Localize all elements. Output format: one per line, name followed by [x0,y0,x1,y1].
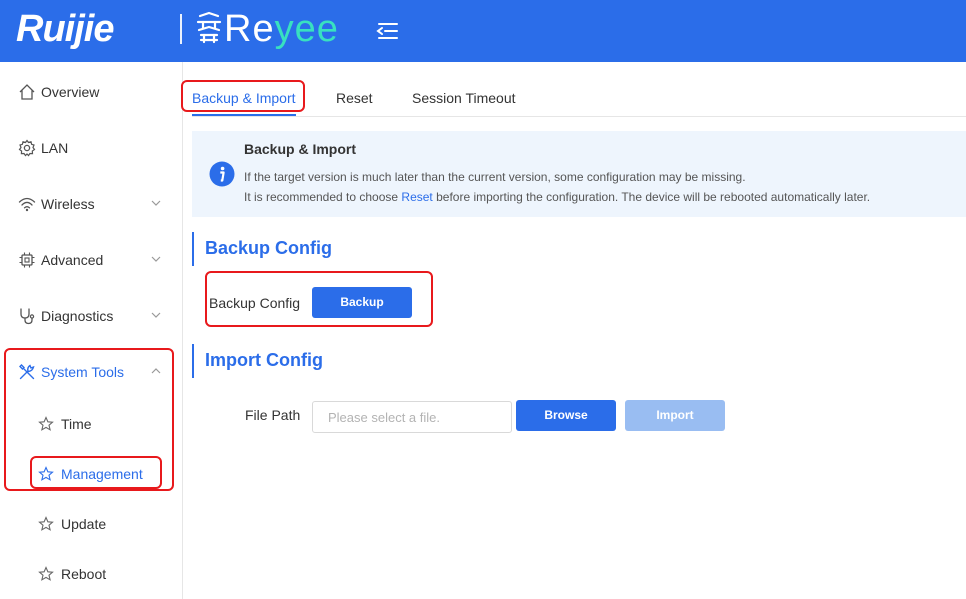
sidebar-item-system-tools[interactable]: System Tools [0,351,182,391]
sidebar-item-label: Overview [41,84,100,100]
section-title-text: Import Config [205,350,323,370]
top-header: Ruijie Reyee [0,0,966,62]
sidebar-subitem-label: Update [61,516,107,532]
tab-backup-import[interactable]: Backup & Import [192,89,296,107]
info-banner: Backup & Import If the target version is… [192,131,966,217]
sidebar: Overview LAN Wireless Advanced Diagnosti… [0,62,183,599]
gear-icon [18,139,36,157]
file-path-label: File Path [245,407,301,423]
info-line-2-suffix: before importing the configuration. The … [432,190,871,204]
active-tab-indicator [192,114,296,116]
reset-link[interactable]: Reset [401,190,432,204]
sidebar-item-lan[interactable]: LAN [0,127,182,167]
star-icon [38,416,54,431]
chevron-down-icon [151,312,161,318]
info-line-2: It is recommended to choose Reset before… [244,190,870,204]
backup-config-section-title: Backup Config [192,232,492,266]
import-config-section-title: Import Config [192,344,492,378]
star-icon [38,566,54,581]
sidebar-subitem-reboot[interactable]: Reboot [0,556,182,592]
backup-config-label: Backup Config [209,295,301,311]
sidebar-subitem-label: Time [61,416,92,432]
sidebar-subitem-label: Reboot [61,566,107,582]
star-icon [38,466,54,481]
info-line-1: If the target version is much later than… [244,170,746,184]
sidebar-item-label: Advanced [41,252,104,268]
tab-reset[interactable]: Reset [336,89,373,107]
sidebar-item-label: System Tools [41,364,124,380]
section-title-text: Backup Config [205,238,333,258]
sidebar-subitem-time[interactable]: Time [0,406,182,442]
tools-icon [19,364,35,380]
reyee-logo-main: Re [224,8,275,50]
info-icon [209,161,235,187]
chip-icon [19,252,35,268]
info-title: Backup & Import [244,141,357,157]
browse-button[interactable]: Browse [516,400,616,431]
reyee-logo: Reyee [224,8,339,51]
ruijie-logo: Ruijie [16,8,114,50]
logo-divider [180,14,182,44]
sidebar-item-diagnostics[interactable]: Diagnostics [0,295,182,335]
reyee-mark-icon [196,11,222,44]
chevron-down-icon [151,256,161,262]
sidebar-subitem-label: Management [61,466,143,482]
sidebar-subitem-update[interactable]: Update [0,506,182,542]
tab-bar: Backup & Import Reset Session Timeout [192,80,966,117]
sidebar-item-advanced[interactable]: Advanced [0,239,182,279]
backup-button[interactable]: Backup [312,287,412,318]
reyee-logo-accent: yee [274,8,339,50]
import-button[interactable]: Import [625,400,725,431]
wifi-icon [18,197,36,212]
chevron-up-icon [151,368,161,374]
stethoscope-icon [20,308,35,325]
star-icon [38,516,54,531]
tab-session-timeout[interactable]: Session Timeout [412,89,516,107]
sidebar-item-label: Wireless [41,196,95,212]
file-path-input[interactable] [312,401,512,433]
sidebar-item-wireless[interactable]: Wireless [0,183,182,223]
info-line-2-prefix: It is recommended to choose [244,190,402,204]
sidebar-item-label: Diagnostics [41,308,114,324]
menu-collapse-icon[interactable] [376,20,400,42]
sidebar-subitem-management[interactable]: Management [0,456,182,492]
chevron-down-icon [151,200,161,206]
sidebar-item-label: LAN [41,140,69,156]
home-icon [19,84,35,100]
sidebar-item-overview[interactable]: Overview [0,71,182,111]
